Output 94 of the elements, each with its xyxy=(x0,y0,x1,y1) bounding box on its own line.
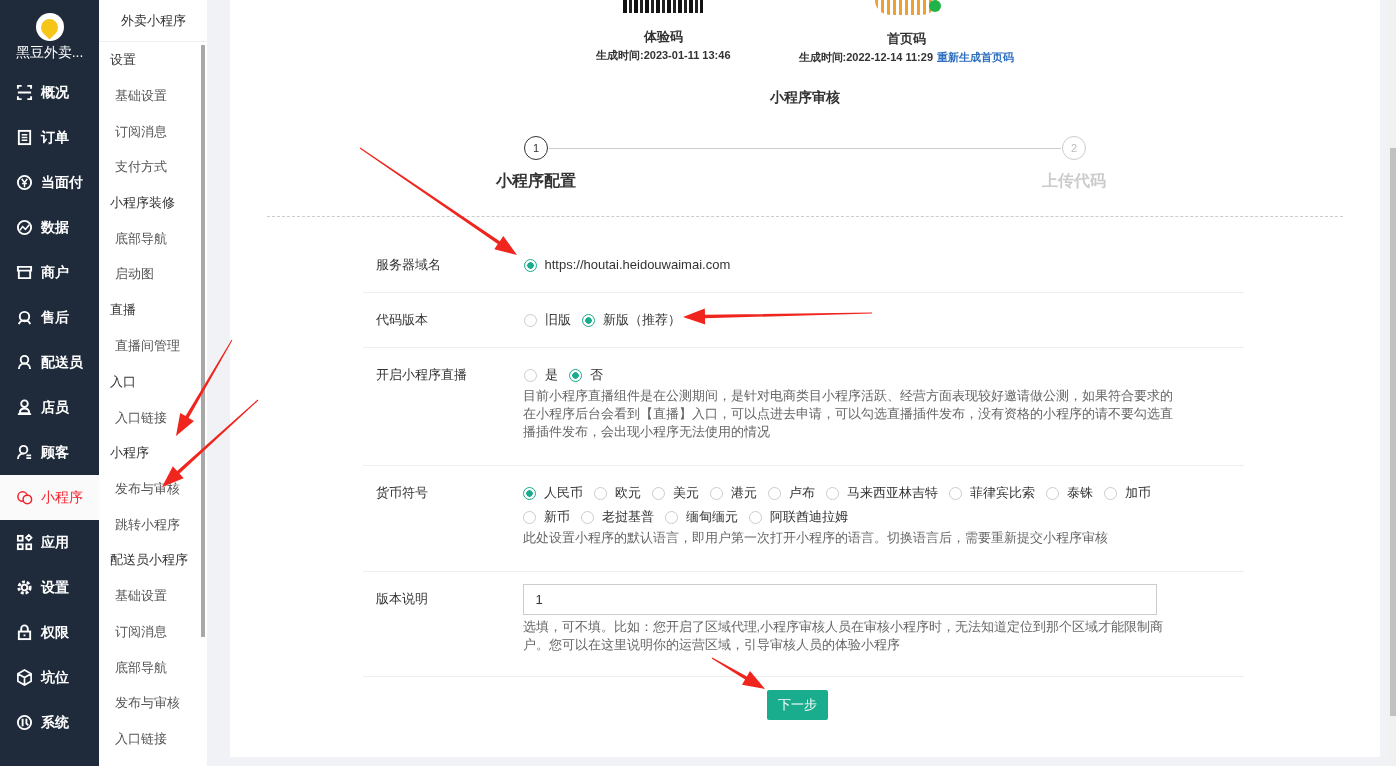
submenu-item[interactable]: 跳转小程序 xyxy=(99,506,207,543)
text-field[interactable]: 1 xyxy=(522,584,1157,615)
menu-group-heading: 入口 xyxy=(109,372,137,391)
menu-group-heading: 小程序装修 xyxy=(109,193,176,212)
option-label[interactable]: 阿联酋迪拉姆 xyxy=(769,508,848,526)
lock-icon xyxy=(16,624,33,641)
option-label[interactable]: https://houtai.heidouwaimai.com xyxy=(544,256,731,274)
chart-icon xyxy=(16,219,33,236)
step-label: 小程序配置 xyxy=(496,171,576,191)
nav-item[interactable]: 店员 xyxy=(0,385,99,430)
nav-item[interactable]: 当面付 xyxy=(0,160,99,205)
menu-group-heading: 设置 xyxy=(109,51,137,69)
submenu-item[interactable]: 订阅消息 xyxy=(99,113,207,150)
nav-item[interactable]: 坑位 xyxy=(0,655,99,700)
option-label[interactable]: 人民币 xyxy=(543,484,583,502)
option-label[interactable]: 否 xyxy=(589,366,603,384)
field-label: 版本说明 xyxy=(375,590,429,608)
mini-program-code xyxy=(875,0,938,15)
brand-name: 黑豆外卖... xyxy=(15,44,84,62)
option-label[interactable]: 缅甸缅元 xyxy=(685,508,738,526)
logo-icon xyxy=(35,13,64,41)
nav-item[interactable]: 概况 xyxy=(0,70,99,115)
option-label[interactable]: 老挝基普 xyxy=(601,508,654,526)
option-label[interactable]: 港元 xyxy=(730,484,757,502)
annotation-arrow xyxy=(711,657,765,689)
nav-item[interactable]: 设置 xyxy=(0,565,99,610)
submenu-item[interactable]: 直播间管理 xyxy=(99,327,207,364)
submenu-item[interactable]: 基础设置 xyxy=(99,78,207,114)
generated-time: 生成时间:2022-12-14 11:29 xyxy=(798,50,933,65)
option-label[interactable]: 欧元 xyxy=(614,484,641,502)
yuan-icon xyxy=(16,174,33,191)
scrollbar[interactable] xyxy=(201,45,205,637)
submenu-item[interactable]: 入口链接 xyxy=(99,399,207,436)
submenu-item[interactable]: 底部导航 xyxy=(99,649,207,686)
code-title: 首页码 xyxy=(886,30,926,48)
customer-icon xyxy=(16,444,33,461)
document-icon xyxy=(16,129,33,146)
scrollbar[interactable] xyxy=(1390,0,1396,766)
menu-group-heading: 小程序 xyxy=(109,444,150,463)
option-label[interactable]: 是 xyxy=(544,366,558,384)
nav-item[interactable]: 售后 xyxy=(0,295,99,340)
option-label[interactable]: 旧版 xyxy=(544,311,571,329)
submenu-item[interactable]: 支付方式 xyxy=(99,149,207,185)
nav-item[interactable]: 商户 xyxy=(0,250,99,295)
option-label[interactable]: 新版（推荐） xyxy=(602,311,681,329)
help-text: 此处设置小程序的默认语言，即用户第一次打开小程序的语言。切换语言后，需要重新提交小程序审核 xyxy=(522,529,1109,547)
regenerate-link[interactable]: 重新生成首页码 xyxy=(937,50,1014,65)
option-label[interactable]: 加币 xyxy=(1124,484,1151,502)
code-title: 体验码 xyxy=(643,28,683,46)
generated-time: 生成时间:2023-01-11 13:46 xyxy=(596,48,731,63)
grid-icon xyxy=(16,534,33,551)
nav-item[interactable]: 顾客 xyxy=(0,430,99,475)
submenu-item[interactable]: 启动图 xyxy=(99,256,207,292)
nav-item[interactable]: 数据 xyxy=(0,205,99,250)
submenu-item[interactable]: 入口链接 xyxy=(99,720,207,757)
nav-item[interactable]: 系统 xyxy=(0,700,99,745)
nav-item[interactable]: 小程序 xyxy=(0,475,99,520)
menu-group-heading: 直播 xyxy=(109,300,137,319)
menu-group-heading: 配送员小程序 xyxy=(109,551,189,570)
radio-button[interactable] xyxy=(522,486,536,500)
option-label[interactable]: 卢布 xyxy=(788,484,815,502)
radio-button[interactable] xyxy=(568,368,582,382)
option-label[interactable]: 马来西亚林吉特 xyxy=(846,484,938,502)
person-icon xyxy=(16,399,33,416)
field-label: 开启小程序直播 xyxy=(375,366,468,384)
nav-item[interactable]: 配送员 xyxy=(0,340,99,385)
option-label[interactable]: 新币 xyxy=(543,508,570,526)
option-label[interactable]: 美元 xyxy=(672,484,699,502)
settings-icon xyxy=(16,579,33,596)
nav-item[interactable]: 订单 xyxy=(0,115,99,160)
nav-item[interactable]: 权限 xyxy=(0,610,99,655)
option-label[interactable]: 泰铢 xyxy=(1066,484,1093,502)
section-title: 小程序审核 xyxy=(770,89,840,107)
submenu-item[interactable]: 订阅消息 xyxy=(99,613,207,650)
radio-button[interactable] xyxy=(523,258,537,272)
step-number: 1 xyxy=(524,136,548,160)
submenu-item[interactable]: 底部导航 xyxy=(99,220,207,257)
field-label: 服务器域名 xyxy=(375,256,442,274)
submenu-item[interactable]: 基础设置 xyxy=(99,578,207,614)
chat-icon xyxy=(16,489,33,506)
field-label: 代码版本 xyxy=(375,311,429,329)
help-text: 选填，可不填。比如：您开启了区域代理,小程序审核人员在审核小程序时，无法知道定位到那个区域才能限制商户。您可以在这里说明你的运营区域，引导审核人员的体验小程序 xyxy=(522,618,1165,654)
step-number: 2 xyxy=(1062,136,1086,160)
field-label: 货币符号 xyxy=(375,484,429,502)
submenu-item[interactable]: 发布与审核 xyxy=(99,685,207,721)
radio-button[interactable] xyxy=(581,313,595,327)
option-label[interactable]: 菲律宾比索 xyxy=(969,484,1035,502)
cube-icon xyxy=(16,669,33,686)
person-icon xyxy=(16,354,33,371)
store-icon xyxy=(16,264,33,281)
help-text: 目前小程序直播组件是在公测期间，是针对电商类目小程序活跃、经营方面表现较好邀请做公测，如果符合要求的在小程序后台会看到【直播】入口，可以点进去申请，可以勾选直播插件发布，没有资格的小程序的请不要勾选直播插件发布，会出现小程序无法使用的情况 xyxy=(522,387,1173,441)
nav-item[interactable]: 应用 xyxy=(0,520,99,565)
submenu-item[interactable]: 发布与审核 xyxy=(99,471,207,507)
overview-icon xyxy=(16,84,33,101)
